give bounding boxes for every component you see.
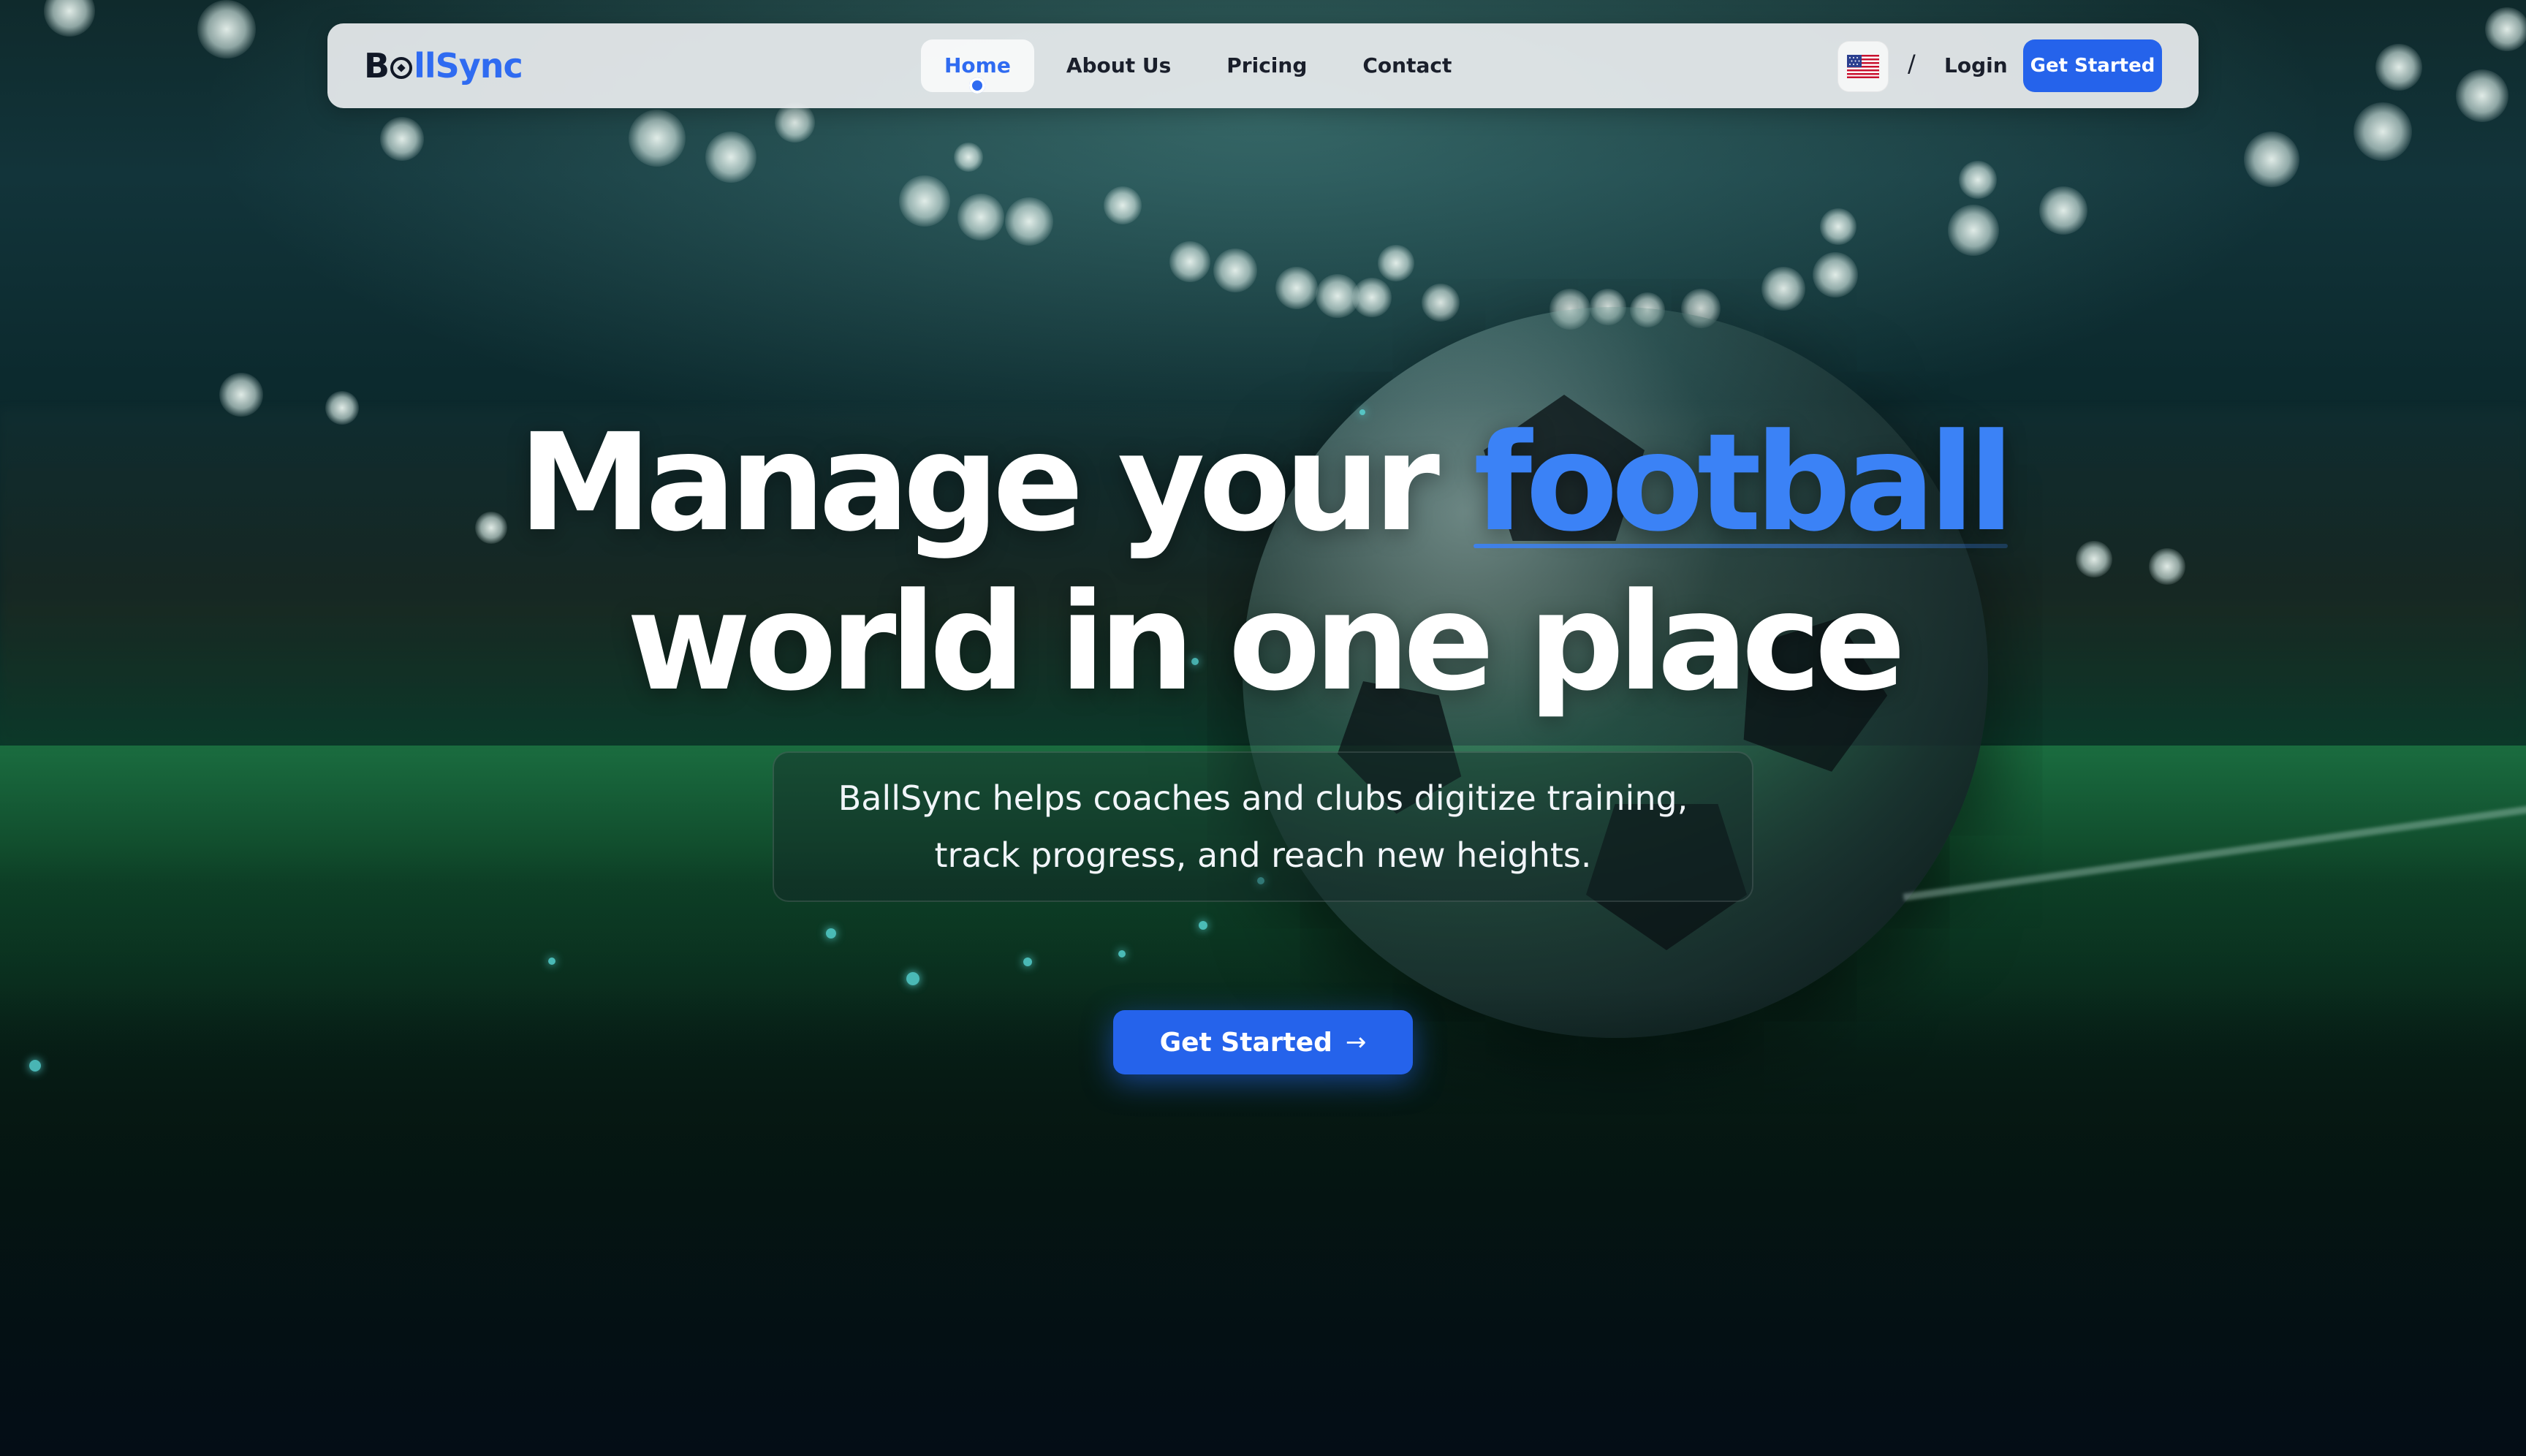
- landing-page: B llSync Home About Us Pricing Contact /…: [0, 0, 2526, 1456]
- hero-title-part1: Manage your: [518, 405, 1474, 561]
- us-flag-icon: [1847, 55, 1879, 78]
- language-selector-button[interactable]: [1837, 41, 1889, 92]
- nav-link-contact[interactable]: Contact: [1339, 39, 1475, 92]
- hero-title: Manage your football world in one place: [0, 403, 2526, 722]
- hero-get-started-button[interactable]: Get Started →: [1113, 1010, 1413, 1074]
- hero-subtitle-line2: track progress, and reach new heights.: [934, 835, 1592, 875]
- nav-get-started-button[interactable]: Get Started: [2023, 39, 2162, 92]
- hero-subtitle-line1: BallSync helps coaches and clubs digitiz…: [838, 778, 1688, 818]
- hero-cta-label: Get Started: [1159, 1027, 1332, 1058]
- hero-title-accent: football: [1474, 405, 2014, 561]
- brand-logo[interactable]: B llSync: [364, 44, 523, 88]
- soccer-ball-icon: [390, 57, 413, 79]
- soccer-ball-icon: [969, 77, 986, 94]
- login-link[interactable]: Login: [1944, 39, 2008, 92]
- hero-title-line1: Manage your football: [518, 405, 2014, 561]
- nav-link-about-us[interactable]: About Us: [1043, 39, 1194, 92]
- hero-subtitle-card: BallSync helps coaches and clubs digitiz…: [773, 751, 1753, 902]
- nav-links: Home About Us Pricing Contact: [921, 39, 1475, 94]
- nav-divider: /: [1908, 50, 1916, 77]
- nav-link-label: Contact: [1362, 53, 1452, 77]
- nav-link-pricing[interactable]: Pricing: [1203, 39, 1330, 92]
- nav-link-label: Pricing: [1226, 53, 1308, 77]
- nav-link-label: About Us: [1066, 53, 1172, 77]
- logo-letter-b: B: [364, 46, 390, 86]
- hero-title-accent-text: football: [1474, 405, 2014, 561]
- arrow-right-icon: →: [1345, 1028, 1367, 1057]
- nav-link-label: Home: [944, 53, 1011, 77]
- hero-title-line2: world in one place: [626, 564, 1905, 721]
- accent-underline: [1474, 544, 2008, 548]
- top-navbar: B llSync Home About Us Pricing Contact /…: [327, 23, 2199, 108]
- logo-wordmark: llSync: [414, 46, 523, 86]
- nav-link-home[interactable]: Home: [921, 39, 1034, 94]
- hero-subtitle: BallSync helps coaches and clubs digitiz…: [838, 770, 1688, 884]
